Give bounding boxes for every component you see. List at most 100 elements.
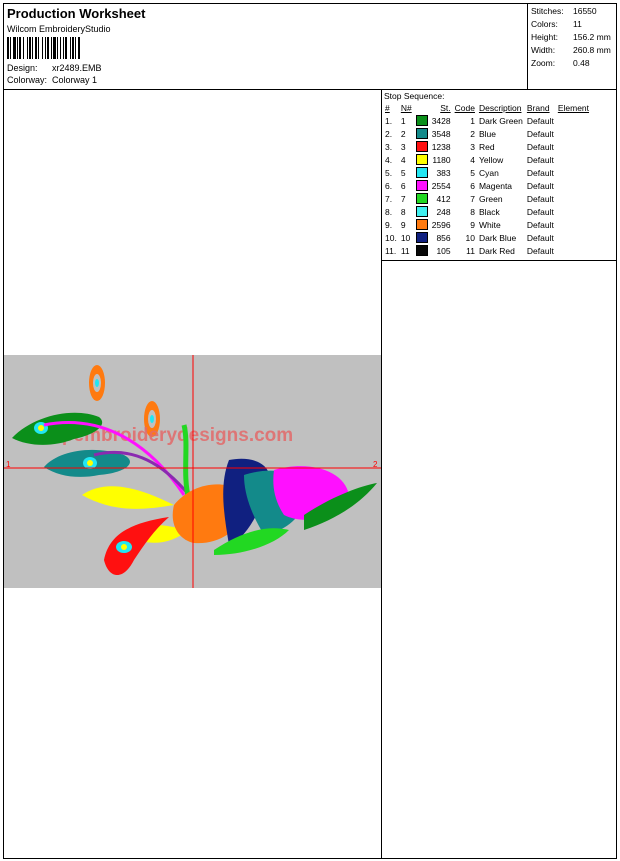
barcode-bar	[60, 37, 61, 59]
stop-index: 11.	[385, 245, 397, 256]
stop-row: 4. 4 1180 4 Yellow Default	[383, 153, 591, 166]
stop-swatch-cell	[414, 140, 430, 153]
barcode-bar	[29, 37, 31, 59]
stop-description: White	[478, 219, 501, 230]
stop-row: 5. 5 383 5 Cyan Default	[383, 166, 591, 179]
stop-index: 5.	[385, 167, 393, 178]
design-row: Design: xr2489.EMB	[7, 63, 207, 75]
stop-swatch-cell	[414, 244, 430, 257]
stat-value: 0.48	[573, 58, 590, 68]
barcode-bar	[47, 37, 49, 59]
stop-needle: 11	[400, 245, 410, 256]
stop-index: 7.	[385, 193, 393, 204]
stop-description: Red	[478, 141, 495, 152]
yellow-flame-1	[82, 486, 174, 509]
red-feather	[104, 517, 169, 575]
stop-code: 5	[470, 167, 475, 178]
barcode-bar	[19, 37, 21, 59]
stop-swatch-cell	[414, 114, 430, 127]
stop-swatch-cell	[414, 192, 430, 205]
barcode-bar	[23, 37, 24, 59]
colorway-value: Colorway 1	[52, 75, 98, 85]
stop-stitches: 1180	[432, 154, 451, 165]
yellow-eye-center-2	[87, 460, 93, 466]
col-swatch	[414, 102, 430, 114]
barcode-bar	[72, 37, 74, 59]
stop-brand: Default	[526, 167, 554, 178]
stop-description: Dark Red	[478, 245, 515, 256]
stop-needle: 4	[400, 154, 406, 165]
yellow-eye-center-3	[121, 544, 127, 550]
stop-swatch-cell	[414, 205, 430, 218]
stop-brand: Default	[526, 180, 554, 191]
stop-needle: 7	[400, 193, 406, 204]
design-value: xr2489.EMB	[52, 63, 102, 73]
stop-code: 10	[465, 232, 475, 243]
stop-swatch-cell	[414, 166, 430, 179]
stop-stitches: 248	[436, 206, 451, 217]
stop-element	[556, 127, 591, 140]
barcode-bar	[45, 37, 46, 59]
header-info: Production Worksheet Wilcom EmbroiderySt…	[4, 4, 526, 89]
stop-code: 7	[470, 193, 475, 204]
color-swatch	[415, 128, 428, 140]
yellow-eye-center-1	[38, 425, 44, 431]
barcode-image	[7, 37, 80, 59]
stat-label: Stitches:	[531, 6, 564, 16]
barcode-bar	[17, 37, 18, 59]
barcode-bar	[35, 37, 37, 59]
stop-needle: 8	[400, 206, 406, 217]
stop-needle: 10	[400, 232, 411, 243]
color-swatch	[415, 154, 428, 166]
barcode-bar	[51, 37, 52, 59]
stop-code: 9	[470, 219, 475, 230]
barcode-bar	[70, 37, 71, 59]
end-marker: 2	[373, 460, 378, 469]
stop-code: 1	[470, 115, 475, 126]
stop-brand: Default	[526, 154, 554, 165]
stop-element	[556, 244, 591, 257]
stop-element	[556, 231, 591, 244]
page-title: Production Worksheet	[7, 6, 146, 21]
col-stitches: St.	[440, 103, 451, 113]
stop-code: 8	[470, 206, 475, 217]
stop-brand: Default	[526, 115, 554, 126]
worksheet-header: Production Worksheet Wilcom EmbroiderySt…	[4, 4, 616, 90]
stop-brand: Default	[526, 219, 554, 230]
barcode-bar	[78, 37, 80, 59]
stop-element	[556, 179, 591, 192]
colorway-label: Colorway:	[7, 75, 48, 85]
stop-code: 3	[470, 141, 475, 152]
stop-needle: 3	[400, 141, 406, 152]
stop-row: 1. 1 3428 1 Dark Green Default	[383, 114, 591, 127]
stop-description: Dark Green	[478, 115, 523, 126]
stop-swatch-cell	[414, 218, 430, 231]
barcode-bar	[65, 37, 67, 59]
stop-description: Dark Blue	[478, 232, 517, 243]
stop-needle: 6	[400, 180, 406, 191]
software-name: Wilcom EmbroideryStudio	[7, 24, 111, 34]
stop-index: 2.	[385, 128, 393, 139]
col-description: Description	[478, 103, 522, 113]
stop-stitches: 383	[436, 167, 451, 178]
stop-element	[556, 218, 591, 231]
stop-element	[556, 166, 591, 179]
stat-label: Height:	[531, 32, 558, 42]
stop-swatch-cell	[414, 231, 430, 244]
color-swatch	[415, 115, 428, 127]
stop-brand: Default	[526, 206, 554, 217]
stop-brand: Default	[526, 193, 554, 204]
stop-code: 6	[470, 180, 475, 191]
color-swatch	[415, 219, 428, 231]
stop-stitches: 856	[436, 232, 451, 243]
stop-index: 6.	[385, 180, 393, 191]
orange-feather-eye-1	[89, 365, 105, 401]
stop-element	[556, 205, 591, 218]
stop-element	[556, 153, 591, 166]
stop-stitches: 3548	[431, 128, 451, 139]
color-swatch	[415, 167, 428, 179]
col-element: Element	[557, 103, 590, 113]
stop-code: 4	[470, 154, 475, 165]
stop-swatch-cell	[414, 153, 430, 166]
stop-code: 2	[470, 128, 475, 139]
